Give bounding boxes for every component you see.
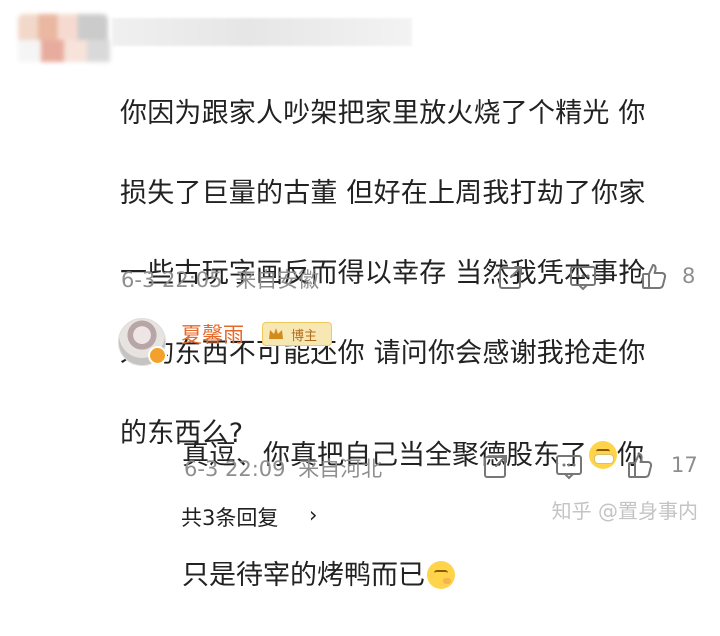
main-like-count: 8 bbox=[682, 264, 696, 288]
main-comment-meta: 6-3 22:05 来自安徽 bbox=[121, 264, 319, 294]
like-icon[interactable] bbox=[640, 261, 670, 291]
more-replies-link[interactable]: 共3条回复 bbox=[181, 502, 278, 532]
reply-comment-icon[interactable] bbox=[554, 451, 584, 481]
author-badge-text: 博主 bbox=[291, 329, 318, 344]
reply-line-2-text: 只是待宰的烤鸭而已 bbox=[182, 560, 425, 591]
reply-time: 6-3 22:09 bbox=[184, 457, 286, 481]
crown-icon bbox=[269, 328, 283, 339]
main-comment: 你因为跟家人吵架把家里放火烧了个精光 你 损失了巨量的古董 但好在上周我打劫了你… bbox=[0, 0, 720, 449]
main-comment-location: 来自安徽 bbox=[235, 268, 320, 292]
reply-like-icon[interactable] bbox=[626, 450, 656, 480]
reply-avatar[interactable] bbox=[118, 318, 167, 366]
main-comment-time: 6-3 22:05 bbox=[121, 268, 223, 292]
main-comment-line-1: 你因为跟家人吵架把家里放火烧了个精光 你 bbox=[120, 98, 646, 129]
reply-like-count: 17 bbox=[671, 453, 698, 477]
blurred-username[interactable] bbox=[112, 18, 412, 46]
blurred-avatar[interactable] bbox=[18, 14, 110, 62]
chevron-right-icon[interactable]: › bbox=[309, 503, 317, 527]
main-comment-line-2: 损失了巨量的古董 但好在上周我打劫了你家 bbox=[120, 178, 646, 209]
author-badge: 博主 bbox=[262, 322, 332, 346]
reply-location: 来自河北 bbox=[298, 457, 383, 481]
reply-meta: 6-3 22:09 来自河北 bbox=[184, 453, 382, 483]
thinking-emoji-icon bbox=[427, 561, 455, 589]
reply-share-icon[interactable] bbox=[481, 451, 511, 481]
comment-icon[interactable] bbox=[568, 262, 598, 292]
reply-author-name[interactable]: 夏馨雨 bbox=[181, 319, 244, 349]
mask-emoji-icon bbox=[589, 441, 617, 469]
share-icon[interactable] bbox=[496, 262, 526, 292]
watermark: 知乎 @置身事内 bbox=[551, 499, 698, 523]
